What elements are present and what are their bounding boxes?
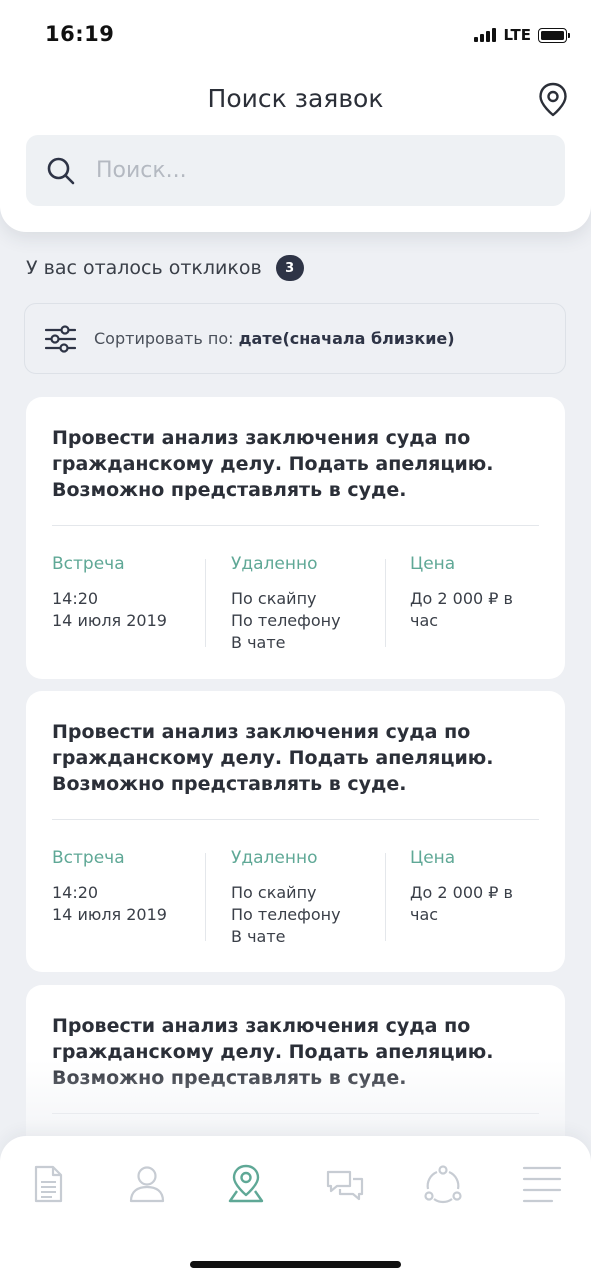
menu-icon [522,1166,562,1203]
request-card[interactable]: Провести анализ заключения суда по гражд… [26,691,565,972]
request-title: Провести анализ заключения суда по гражд… [52,427,494,501]
column-divider [385,559,386,647]
page-title: Поиск заявок [207,84,384,113]
filter-sliders-icon [44,324,77,353]
responses-label: У вас оталось откликов [26,257,262,279]
meeting-column: Встреча 14:20 14 июля 2019 [52,848,202,926]
sort-label: Сортировать по: дате(сначала близкие) [94,329,455,348]
card-divider [52,525,539,526]
document-icon [34,1165,63,1203]
responses-count-badge: 3 [275,255,304,281]
column-divider [205,559,206,647]
meeting-date: 14 июля 2019 [52,905,167,924]
signal-icon [474,28,497,42]
price-unit: час [410,611,439,630]
sort-value: дате(сначала близкие) [238,329,455,348]
tab-profile[interactable] [127,1164,167,1204]
tab-chats[interactable] [325,1164,365,1204]
meeting-date: 14 июля 2019 [52,611,167,630]
meeting-label: Встреча [52,554,125,574]
remote-option: По скайпу [231,883,317,902]
price-label: Цена [410,848,456,868]
price-column: Цена До 2 000 ₽ в час [410,554,540,632]
meeting-time: 14:20 [52,883,99,902]
network-type: LTE [503,26,531,44]
meeting-label: Встреча [52,848,125,868]
search-input[interactable] [96,135,536,206]
column-divider [385,853,386,941]
tab-documents[interactable] [28,1164,68,1204]
bottom-tab-bar [0,1136,591,1280]
sort-selector[interactable]: Сортировать по: дате(сначала близкие) [24,303,566,374]
remote-option: В чате [231,633,286,652]
search-icon [46,156,76,186]
price-value: До 2 000 ₽ в [410,883,513,902]
price-label: Цена [410,554,456,574]
map-search-icon [228,1164,264,1203]
status-time: 16:19 [45,22,115,46]
home-indicator[interactable] [190,1261,401,1268]
card-divider [52,819,539,820]
column-divider [205,853,206,941]
tab-network[interactable] [423,1164,463,1204]
tab-search-requests[interactable] [226,1164,266,1204]
request-card[interactable]: Провести анализ заключения суда по гражд… [26,397,565,679]
remote-option: В чате [231,927,286,946]
remote-option: По скайпу [231,589,317,608]
status-indicators: LTE [474,26,570,44]
search-box[interactable] [26,135,565,206]
remote-column: Удаленно По скайпу По телефону В чате [231,848,386,948]
meeting-time: 14:20 [52,589,99,608]
price-column: Цена До 2 000 ₽ в час [410,848,540,926]
remote-column: Удаленно По скайпу По телефону В чате [231,554,386,654]
sort-prefix: Сортировать по: [94,329,234,348]
network-icon [424,1165,462,1204]
status-bar: 16:19 LTE [0,0,591,70]
profile-icon [129,1166,165,1203]
remote-option: По телефону [231,611,341,630]
remote-label: Удаленно [231,848,318,868]
chat-icon [326,1170,364,1201]
meeting-column: Встреча 14:20 14 июля 2019 [52,554,202,632]
responses-remaining: У вас оталось откликов 3 [26,255,304,281]
remote-option: По телефону [231,905,341,924]
map-pin-icon[interactable] [537,82,569,118]
request-title: Провести анализ заключения суда по гражд… [52,721,494,795]
battery-icon [538,27,570,43]
price-unit: час [410,905,439,924]
tab-menu[interactable] [522,1164,562,1204]
price-value: До 2 000 ₽ в [410,589,513,608]
remote-label: Удаленно [231,554,318,574]
